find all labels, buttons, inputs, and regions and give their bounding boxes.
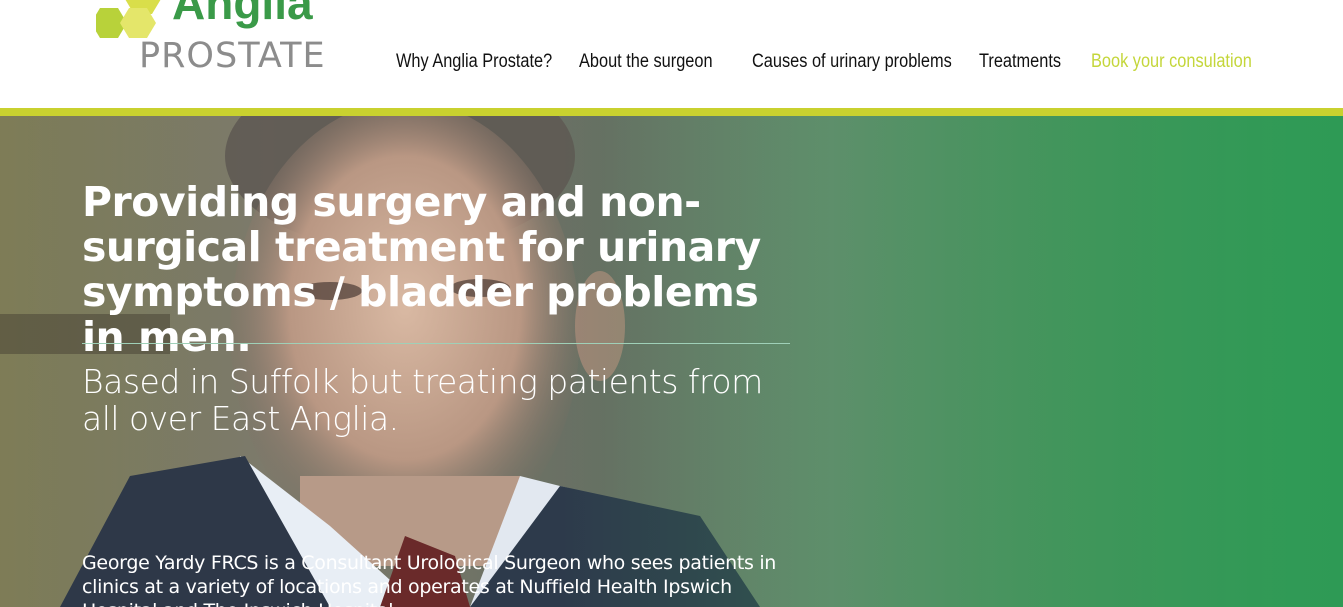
hero-title: Providing surgery and non-surgical treat… (82, 178, 761, 361)
site-header: Anglia PROSTATE Why Anglia Prostate? Abo… (0, 0, 1343, 108)
hero-section: Providing surgery and non-surgical treat… (0, 116, 1343, 607)
hero-subtitle: Based in Suffolk but treating patients f… (82, 362, 763, 438)
nav-about-the-surgeon[interactable]: About the surgeon (579, 51, 713, 73)
hero-body-text: George Yardy FRCS is a Consultant Urolog… (82, 552, 777, 607)
hero-divider (82, 343, 790, 344)
header-accent-bar (0, 108, 1343, 116)
brand-tagline: PROSTATE (139, 36, 326, 76)
nav-treatments[interactable]: Treatments (979, 51, 1061, 73)
nav-why-anglia-prostate[interactable]: Why Anglia Prostate? (396, 51, 552, 73)
nav-book-your-consultation[interactable]: Book your consulation (1091, 51, 1252, 73)
site-logo[interactable]: Anglia PROSTATE (96, 0, 346, 80)
brand-name: Anglia (172, 0, 313, 29)
nav-causes-of-urinary-problems[interactable]: Causes of urinary problems (752, 51, 952, 73)
main-nav: Why Anglia Prostate? About the surgeon C… (396, 47, 1308, 77)
